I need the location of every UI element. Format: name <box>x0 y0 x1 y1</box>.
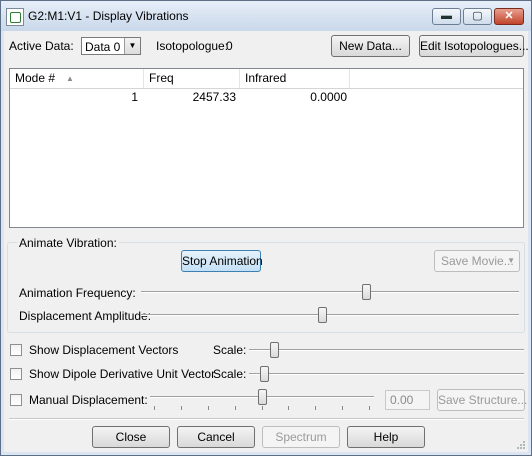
stop-animation-button[interactable]: Stop Animation <box>181 250 263 272</box>
divider <box>9 418 524 420</box>
slider-tick <box>342 406 343 410</box>
dropdown-arrow-icon: ▼ <box>124 38 140 54</box>
manual-displacement-value-field[interactable]: 0.00 <box>385 390 430 410</box>
table-header: Mode # ▲ Freq Infrared <box>10 69 523 89</box>
save-movie-button[interactable]: Save Movie... ▼ <box>434 250 520 272</box>
slider-track <box>141 314 519 316</box>
animation-frequency-slider[interactable] <box>141 283 519 301</box>
close-icon: ✕ <box>504 10 514 22</box>
spectrum-button[interactable]: Spectrum <box>262 426 340 448</box>
cell-freq: 2457.33 <box>192 90 236 104</box>
manual-displacement-checkbox[interactable] <box>10 394 22 406</box>
dipole-scale-label: Scale: <box>213 367 247 381</box>
save-structure-button[interactable]: Save Structure... <box>437 389 527 411</box>
slider-tick <box>154 406 155 410</box>
slider-track <box>249 373 524 375</box>
slider-tick <box>235 406 236 410</box>
show-displacement-vectors-checkbox[interactable] <box>10 344 22 356</box>
slider-track <box>249 349 524 351</box>
active-data-value: Data 0 <box>85 40 121 54</box>
slider-tick <box>208 406 209 410</box>
window-title: G2:M1:V1 - Display Vibrations <box>28 9 189 23</box>
vibration-modes-table[interactable]: Mode # ▲ Freq Infrared 1 2457.33 0.0000 <box>9 68 524 228</box>
isotopologue-label: Isotopologue: <box>156 39 229 53</box>
show-dipole-vector-label: Show Dipole Derivative Unit Vector <box>29 367 216 381</box>
vectors-scale-label: Scale: <box>213 343 247 357</box>
animation-frequency-label: Animation Frequency: <box>19 286 136 300</box>
title-bar[interactable]: G2:M1:V1 - Display Vibrations ▬ ▢ ✕ <box>1 1 531 31</box>
new-data-button[interactable]: New Data... <box>331 35 410 57</box>
maximize-icon: ▢ <box>472 10 483 22</box>
column-header-infrared[interactable]: Infrared <box>240 69 350 88</box>
close-button[interactable]: Close <box>92 426 170 448</box>
close-window-button[interactable]: ✕ <box>494 8 524 25</box>
minimize-icon: ▬ <box>441 10 452 22</box>
cell-mode: 1 <box>131 90 138 104</box>
cell-infrared: 0.0000 <box>310 90 347 104</box>
animate-vibration-title: Animate Vibration: <box>17 236 119 250</box>
minimize-button[interactable]: ▬ <box>432 8 461 25</box>
manual-displacement-label: Manual Displacement: <box>29 393 148 407</box>
dialog-client: Active Data: Data 0 ▼ Isotopologue: 0 Ne… <box>4 31 529 452</box>
slider-tick <box>262 406 263 410</box>
slider-track <box>141 291 519 293</box>
slider-thumb[interactable] <box>260 366 269 382</box>
show-dipole-vector-checkbox[interactable] <box>10 368 22 380</box>
maximize-button[interactable]: ▢ <box>463 8 492 25</box>
slider-thumb[interactable] <box>318 307 327 323</box>
resize-grip-icon[interactable] <box>516 440 526 450</box>
edit-isotopologues-button[interactable]: Edit Isotopologues... <box>419 35 529 57</box>
table-row[interactable]: 1 2457.33 0.0000 <box>10 89 523 105</box>
dropdown-arrow-icon: ▼ <box>507 256 515 265</box>
slider-thumb[interactable] <box>270 342 279 358</box>
displacement-amplitude-label: Displacement Amplitude: <box>19 309 152 323</box>
help-button[interactable]: Help <box>347 426 425 448</box>
active-data-select[interactable]: Data 0 ▼ <box>81 37 141 55</box>
dipole-scale-slider[interactable] <box>249 365 524 383</box>
manual-displacement-slider[interactable] <box>150 388 374 412</box>
column-mode-label: Mode # <box>15 71 56 85</box>
cancel-button[interactable]: Cancel <box>177 426 255 448</box>
show-displacement-vectors-label: Show Displacement Vectors <box>29 343 179 357</box>
sort-ascending-icon: ▲ <box>66 74 74 83</box>
display-vibrations-window: G2:M1:V1 - Display Vibrations ▬ ▢ ✕ Acti… <box>0 0 532 456</box>
column-header-mode[interactable]: Mode # ▲ <box>10 69 144 88</box>
slider-tick <box>181 406 182 410</box>
save-movie-label: Save Movie... <box>441 254 514 268</box>
slider-thumb[interactable] <box>258 389 267 405</box>
vectors-scale-slider[interactable] <box>249 341 524 359</box>
slider-thumb[interactable] <box>362 284 371 300</box>
slider-tick <box>288 406 289 410</box>
slider-tick <box>369 406 370 410</box>
isotopologue-value: 0 <box>226 39 233 53</box>
active-data-label: Active Data: <box>9 39 74 53</box>
slider-tick <box>315 406 316 410</box>
column-header-freq[interactable]: Freq <box>144 69 240 88</box>
displacement-amplitude-slider[interactable] <box>141 306 519 324</box>
molecule-app-icon <box>6 8 24 26</box>
